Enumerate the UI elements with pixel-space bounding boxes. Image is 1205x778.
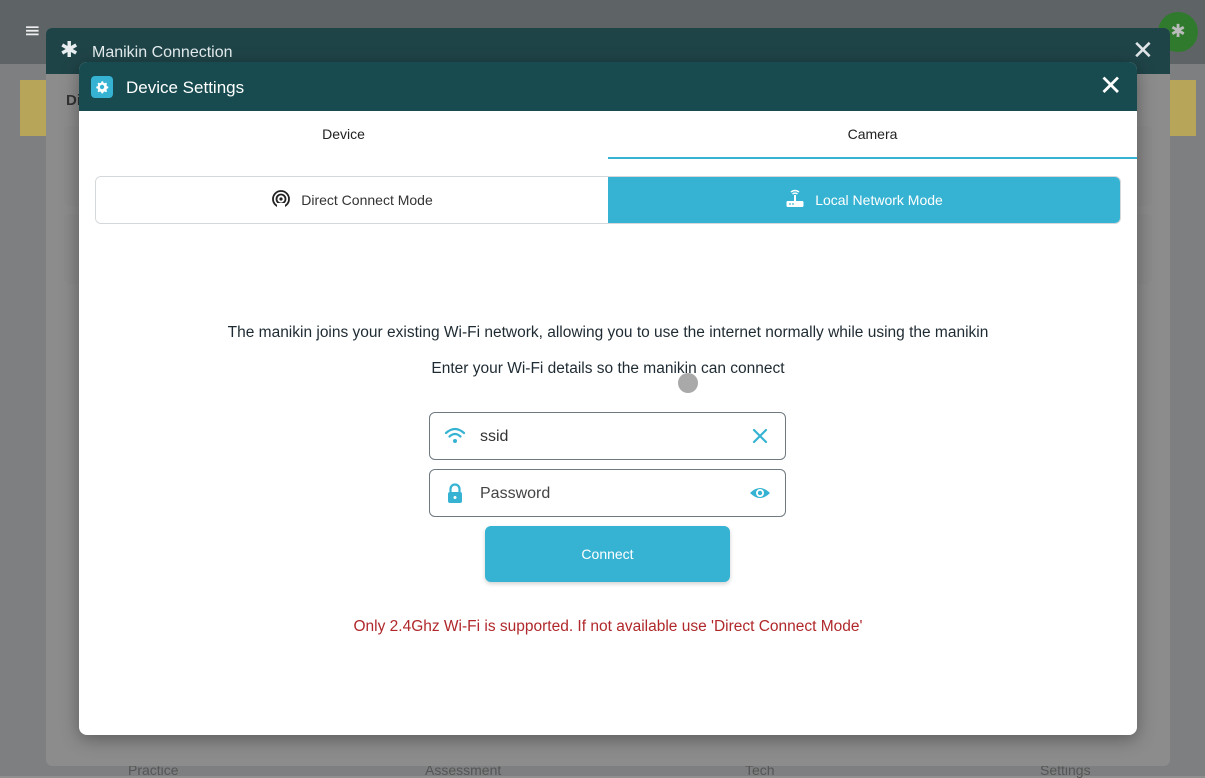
local-network-mode-button[interactable]: Local Network Mode — [608, 177, 1120, 223]
wifi-warning: Only 2.4Ghz Wi-Fi is supported. If not a… — [353, 618, 863, 635]
banner-right — [1168, 80, 1196, 136]
wifi-icon — [444, 427, 466, 443]
password-input[interactable] — [478, 478, 742, 510]
wifi-instruction: Enter your Wi-Fi details so the manikin … — [431, 360, 785, 377]
eye-icon[interactable] — [748, 481, 772, 505]
tab-device[interactable]: Device — [79, 111, 608, 159]
bluetooth-icon: ✱ — [60, 38, 79, 63]
local-network-mode-label: Local Network Mode — [815, 192, 943, 208]
clear-icon[interactable] — [748, 424, 772, 448]
router-icon — [786, 190, 804, 208]
settings-tabs: Device Camera — [79, 111, 1137, 159]
mode-toggle: Direct Connect Mode Local Network Mode — [95, 176, 1121, 224]
mode-description: The manikin joins your existing Wi-Fi ne… — [227, 324, 989, 341]
menu-icon: ≡ — [24, 18, 41, 42]
broadcast-icon — [272, 190, 291, 210]
password-field[interactable] — [429, 469, 786, 517]
banner-left — [20, 80, 48, 136]
touch-cursor — [678, 373, 698, 393]
connect-button[interactable]: Connect — [485, 526, 730, 582]
dialog-header: Device Settings ✕ — [79, 62, 1137, 111]
close-icon[interactable]: ✕ — [1099, 72, 1122, 100]
gear-icon — [91, 76, 113, 98]
direct-connect-mode-label: Direct Connect Mode — [301, 192, 433, 208]
manikin-connection-close-icon[interactable]: ✕ — [1132, 38, 1154, 64]
manikin-connection-title: Manikin Connection — [92, 44, 233, 61]
ssid-input[interactable] — [478, 421, 742, 453]
lock-icon — [448, 483, 462, 503]
ssid-field[interactable] — [429, 412, 786, 460]
direct-connect-mode-button[interactable]: Direct Connect Mode — [96, 177, 608, 223]
device-settings-dialog: Device Settings ✕ Device Camera Direct C… — [79, 62, 1137, 735]
dialog-title: Device Settings — [126, 78, 245, 97]
tab-camera[interactable]: Camera — [608, 111, 1137, 159]
